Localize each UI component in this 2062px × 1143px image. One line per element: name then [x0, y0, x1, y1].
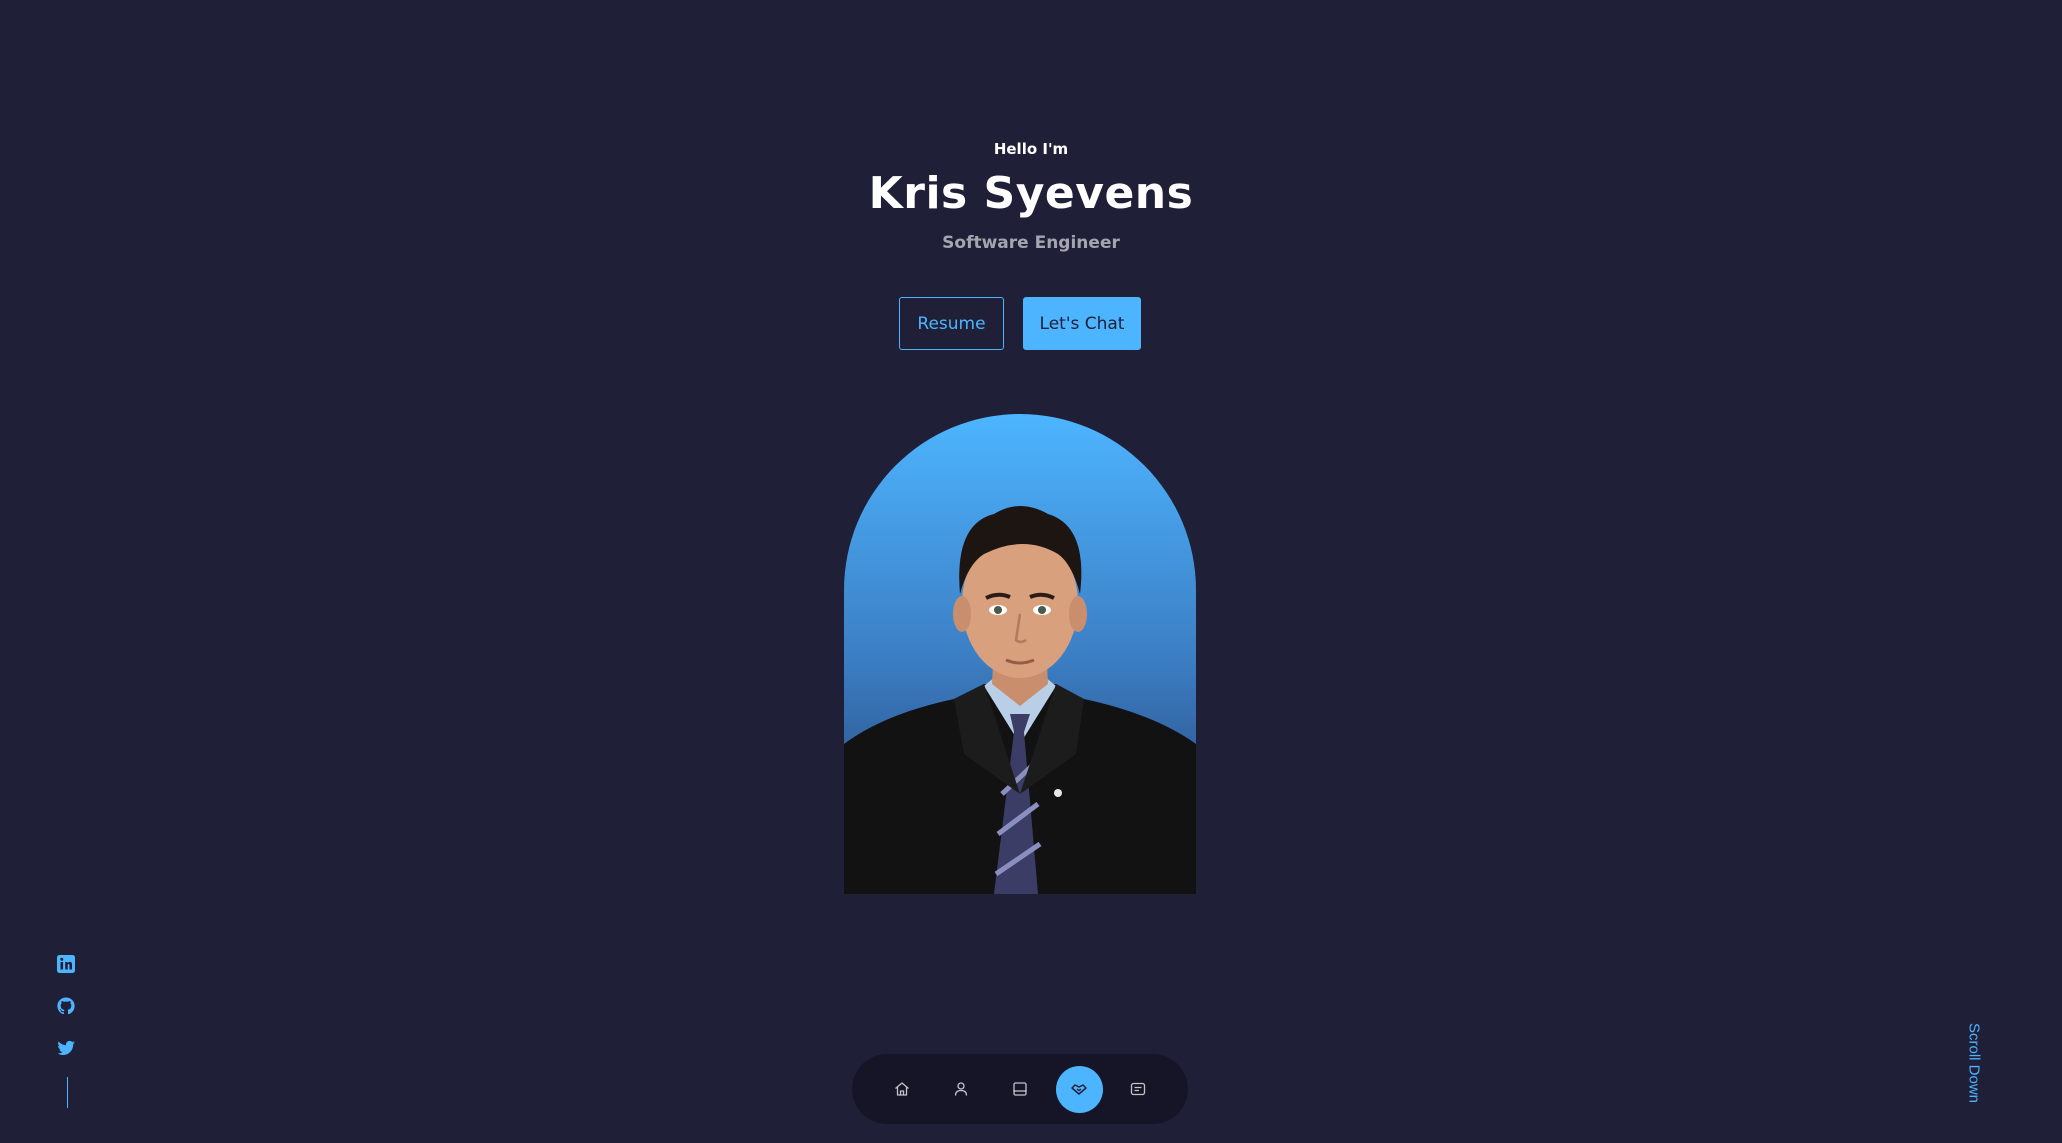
nav-item-experience[interactable] — [997, 1066, 1044, 1113]
nav-item-about[interactable] — [938, 1066, 985, 1113]
handshake-icon — [1071, 1084, 1087, 1095]
resume-button[interactable]: Resume — [899, 297, 1004, 350]
social-divider-line — [67, 1077, 68, 1108]
portrait-image — [844, 506, 1196, 894]
github-link[interactable] — [56, 996, 76, 1016]
social-links — [56, 954, 76, 1058]
nav-item-contact[interactable] — [1115, 1066, 1162, 1113]
user-icon — [954, 1082, 968, 1096]
message-icon — [1130, 1082, 1146, 1096]
lets-chat-button[interactable]: Let's Chat — [1023, 297, 1141, 350]
linkedin-link[interactable] — [56, 954, 76, 974]
nav-item-services[interactable] — [1055, 1065, 1103, 1113]
page-title: Kris Syevens — [868, 168, 1194, 219]
role-subtitle: Software Engineer — [942, 233, 1120, 253]
twitter-icon — [57, 1040, 75, 1055]
github-icon — [57, 997, 75, 1015]
twitter-link[interactable] — [56, 1038, 76, 1058]
greeting-text: Hello I'm — [993, 140, 1069, 158]
cta-buttons: Resume Let's Chat — [899, 297, 1141, 350]
linkedin-icon — [57, 955, 75, 973]
scroll-down-label: Scroll Down — [1965, 1022, 1983, 1104]
nav-item-home[interactable] — [879, 1066, 926, 1113]
home-icon — [895, 1082, 909, 1096]
bottom-nav — [852, 1054, 1188, 1124]
portfolio-page: Hello I'm Kris Syevens Software Engineer… — [0, 0, 2062, 1143]
scroll-down-link[interactable]: Scroll Down — [1956, 1022, 1992, 1104]
book-icon — [1013, 1082, 1027, 1096]
profile-portrait — [844, 414, 1196, 894]
